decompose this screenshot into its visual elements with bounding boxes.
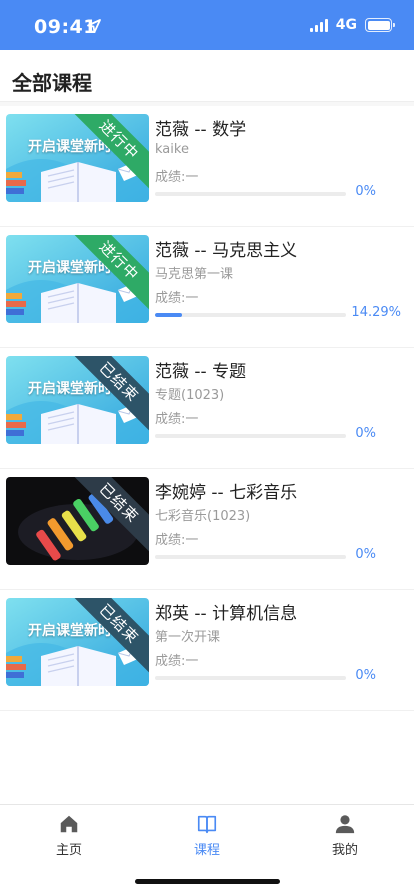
course-item[interactable]: 开启课堂新时代 进行中 范薇 -- 数学 kaike 成绩:一 0% xyxy=(0,106,414,227)
course-thumbnail: 开启课堂新时代 已结束 xyxy=(6,598,149,686)
course-subtitle: kaike xyxy=(155,142,189,157)
course-title: 范薇 -- 马克思主义 xyxy=(155,241,298,261)
progress-bar xyxy=(155,676,346,680)
status-indicators: 4G xyxy=(309,17,395,33)
progress-label: 0% xyxy=(355,547,376,562)
course-subtitle: 七彩音乐(1023) xyxy=(155,509,251,524)
progress-bar xyxy=(155,434,346,438)
course-score: 成绩:一 xyxy=(155,291,199,306)
course-score: 成绩:一 xyxy=(155,170,199,185)
course-item[interactable]: 开启课堂新时代 已结束 范薇 -- 专题专题(1023) 成绩:一 0% xyxy=(0,348,414,469)
battery-icon xyxy=(365,18,395,32)
course-thumbnail: 开启课堂新时代 进行中 xyxy=(6,114,149,202)
course-item[interactable]: 已结束 李婉婷 -- 七彩音乐七彩音乐(1023) 成绩:一 0% xyxy=(0,469,414,590)
course-title: 李婉婷 -- 七彩音乐 xyxy=(155,483,298,503)
progress-bar xyxy=(155,192,346,196)
course-score: 成绩:一 xyxy=(155,533,199,548)
tab-mine-label: 我的 xyxy=(331,843,358,858)
progress-label: 0% xyxy=(355,426,376,441)
page-header: 全部课程 xyxy=(0,50,414,102)
progress-label: 0% xyxy=(355,184,376,199)
course-subtitle: 马克思第一课 xyxy=(155,267,234,282)
course-item[interactable]: 开启课堂新时代 进行中 范薇 -- 马克思主义马克思第一课 成绩:一 14.29% xyxy=(0,227,414,348)
person-icon xyxy=(335,815,355,834)
tab-courses[interactable]: 课程 xyxy=(167,813,247,858)
home-icon xyxy=(60,815,78,833)
progress-bar xyxy=(155,555,346,559)
location-arrow-icon xyxy=(87,19,101,33)
progress-bar xyxy=(155,313,346,317)
course-score: 成绩:一 xyxy=(155,412,199,427)
progress-label: 14.29% xyxy=(351,305,401,320)
course-subtitle: 第一次开课 xyxy=(155,630,221,645)
tab-courses-label: 课程 xyxy=(193,843,220,858)
course-thumbnail: 开启课堂新时代 进行中 xyxy=(6,235,149,323)
course-title: 郑英 -- 计算机信息 xyxy=(155,604,298,624)
tab-mine[interactable]: 我的 xyxy=(305,813,385,858)
status-bar: 09:41 4G xyxy=(0,0,414,50)
tab-home[interactable]: 主页 xyxy=(29,813,109,858)
book-icon xyxy=(197,815,217,834)
page-title: 全部课程 xyxy=(12,71,92,95)
network-type: 4G xyxy=(335,17,357,33)
course-thumbnail: 开启课堂新时代 已结束 xyxy=(6,356,149,444)
course-subtitle: 专题(1023) xyxy=(155,388,225,403)
course-score: 成绩:一 xyxy=(155,654,199,669)
progress-fill xyxy=(155,313,183,317)
course-title: 范薇 -- 数学 xyxy=(155,120,247,140)
course-item[interactable]: 开启课堂新时代 已结束 郑英 -- 计算机信息第一次开课成绩:一 0% xyxy=(0,590,414,711)
course-list: 开启课堂新时代 进行中 范薇 -- 数学 kaike 成绩:一 0% 开启课堂新时代 进行中范… xyxy=(0,102,414,711)
course-thumbnail: 已结束 xyxy=(6,477,149,565)
tab-home-label: 主页 xyxy=(55,843,82,858)
home-indicator xyxy=(135,879,280,884)
course-title: 范薇 -- 专题 xyxy=(155,362,247,382)
progress-label: 0% xyxy=(355,668,376,683)
signal-icon xyxy=(309,18,328,32)
